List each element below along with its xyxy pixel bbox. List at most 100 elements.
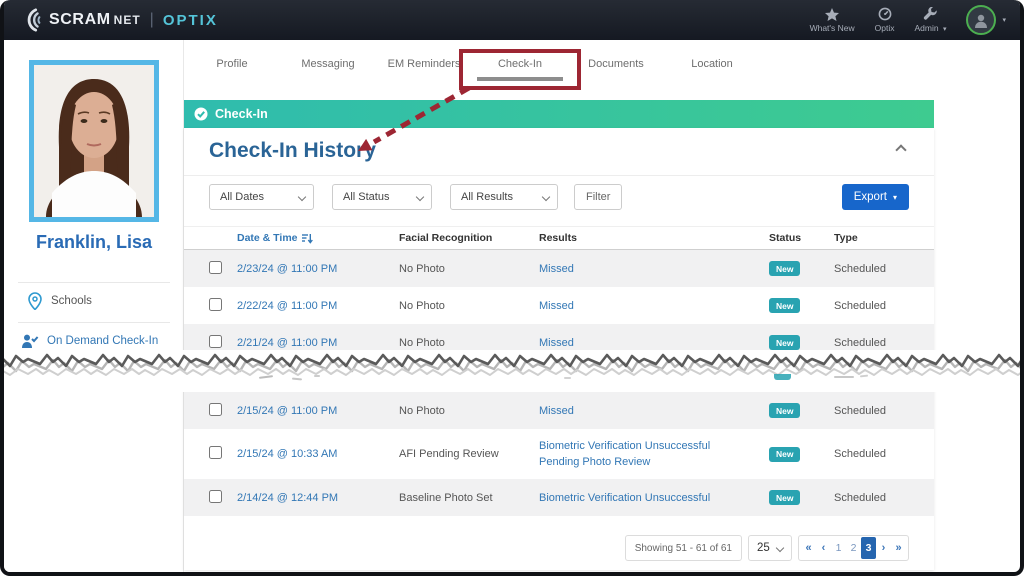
row-type: Scheduled xyxy=(834,337,909,349)
export-label: Export xyxy=(854,191,887,203)
row-facial: No Photo xyxy=(399,337,539,349)
row-date-link[interactable]: 2/14/24 @ 12:44 PM xyxy=(237,492,399,504)
nav-whats-new-label: What's New xyxy=(810,23,855,33)
tab-em-reminders[interactable]: EM Reminders xyxy=(376,40,472,88)
divider xyxy=(18,322,170,323)
status-badge: New xyxy=(769,490,800,505)
brand-optix-text: OPTIX xyxy=(163,12,218,29)
row-result-link[interactable]: Biometric Verification Unsuccessful xyxy=(539,490,769,506)
row-type: Scheduled xyxy=(834,300,909,312)
row-date-link[interactable]: 2/15/24 @ 11:00 PM xyxy=(237,405,399,417)
checkin-banner: Check-In xyxy=(184,100,934,128)
torn-status-badge-remnant xyxy=(774,374,791,380)
page-1-button[interactable]: 1 xyxy=(831,537,846,559)
page-size-select[interactable]: 25 xyxy=(748,535,792,561)
next-page-button[interactable]: › xyxy=(876,537,891,559)
person-icon xyxy=(972,12,990,29)
row-date-link[interactable]: 2/23/24 @ 11:00 PM xyxy=(237,263,399,275)
brand-net-text: NET xyxy=(114,13,141,27)
dates-filter-select[interactable]: All Dates xyxy=(209,184,314,210)
tab-documents[interactable]: Documents xyxy=(568,40,664,88)
status-badge: New xyxy=(769,298,800,313)
status-filter-value: All Status xyxy=(343,191,389,203)
row-date-link[interactable]: 2/21/24 @ 11:00 PM xyxy=(237,337,399,349)
nav-admin-label: Admin ▾ xyxy=(915,23,947,33)
row-checkbox[interactable] xyxy=(209,335,222,348)
row-result-link[interactable]: Missed xyxy=(539,335,769,351)
results-filter-value: All Results xyxy=(461,191,513,203)
card-header: Check-In History xyxy=(184,128,934,176)
schools-label: Schools xyxy=(51,295,92,307)
page-3-button[interactable]: 3 xyxy=(861,537,876,559)
caret-down-icon: ▾ xyxy=(893,193,897,202)
divider xyxy=(18,282,170,283)
nav-whats-new[interactable]: What's New xyxy=(810,8,855,33)
filter-button[interactable]: Filter xyxy=(574,184,622,210)
status-filter-select[interactable]: All Status xyxy=(332,184,432,210)
table-row: 2/23/24 @ 11:00 PM No Photo Missed New S… xyxy=(184,250,934,287)
table-row: 2/14/24 @ 12:44 PM Baseline Photo Set Bi… xyxy=(184,479,934,516)
tab-check-in[interactable]: Check-In xyxy=(472,40,568,88)
column-status: Status xyxy=(769,232,834,244)
row-result-link[interactable]: Biometric Verification Unsuccessful xyxy=(539,438,769,454)
row-checkbox[interactable] xyxy=(209,446,222,459)
row-result-link[interactable]: Missed xyxy=(539,403,769,419)
export-button[interactable]: Export ▾ xyxy=(842,184,909,210)
chevron-up-icon xyxy=(895,144,906,155)
brand-scram-text: SCRAM xyxy=(49,11,111,29)
page-size-value: 25 xyxy=(757,542,770,554)
column-facial-recognition: Facial Recognition xyxy=(399,232,539,244)
filter-bar: All Dates All Status All Results Filter xyxy=(209,184,622,210)
first-page-button[interactable]: « xyxy=(801,537,816,559)
row-facial: No Photo xyxy=(399,263,539,275)
tab-location[interactable]: Location xyxy=(664,40,760,88)
table-row: 2/15/24 @ 10:33 AM AFI Pending Review Bi… xyxy=(184,429,934,479)
row-checkbox[interactable] xyxy=(209,490,222,503)
page-2-button[interactable]: 2 xyxy=(846,537,861,559)
app-window: SCRAM NET | OPTIX What's New Optix xyxy=(0,0,1024,576)
row-date-link[interactable]: 2/15/24 @ 10:33 AM xyxy=(237,448,399,460)
last-page-button[interactable]: » xyxy=(891,537,906,559)
row-facial: No Photo xyxy=(399,300,539,312)
column-results: Results xyxy=(539,232,769,244)
row-result-link[interactable]: Pending Photo Review xyxy=(539,454,769,470)
user-avatar-button[interactable]: ▾ xyxy=(966,5,1006,35)
nav-admin[interactable]: Admin ▾ xyxy=(915,7,947,33)
pager: « ‹ 1 2 3 › » xyxy=(798,535,909,561)
row-type: Scheduled xyxy=(834,405,909,417)
row-checkbox[interactable] xyxy=(209,403,222,416)
column-date-time[interactable]: Date & Time xyxy=(237,232,399,244)
nav-optix-label: Optix xyxy=(875,23,895,33)
status-badge: New xyxy=(769,261,800,276)
tab-messaging[interactable]: Messaging xyxy=(280,40,376,88)
results-filter-select[interactable]: All Results xyxy=(450,184,558,210)
row-type: Scheduled xyxy=(834,448,909,460)
tab-profile[interactable]: Profile xyxy=(184,40,280,88)
brand-swirl-icon xyxy=(20,8,44,32)
profile-photo[interactable] xyxy=(29,60,159,222)
nav-optix[interactable]: Optix xyxy=(875,7,895,33)
row-result-link[interactable]: Missed xyxy=(539,298,769,314)
app-content: SCRAM NET | OPTIX What's New Optix xyxy=(4,0,1020,572)
profile-tabbar: Profile Messaging EM Reminders Check-In … xyxy=(184,40,760,88)
sidebar-on-demand-checkin[interactable]: On Demand Check-In xyxy=(22,334,158,348)
row-date-link[interactable]: 2/22/24 @ 11:00 PM xyxy=(237,300,399,312)
column-type: Type xyxy=(834,232,909,244)
row-checkbox[interactable] xyxy=(209,261,222,274)
avatar xyxy=(966,5,996,35)
navbar-right-menu: What's New Optix Admin ▾ xyxy=(810,0,1006,40)
on-demand-checkin-label: On Demand Check-In xyxy=(47,335,158,347)
torn-row-remnant xyxy=(564,377,571,379)
prev-page-button[interactable]: ‹ xyxy=(816,537,831,559)
map-pin-outline-icon xyxy=(28,292,42,310)
row-checkbox[interactable] xyxy=(209,298,222,311)
collapse-button[interactable] xyxy=(897,146,909,156)
page-title: Check-In History xyxy=(209,139,376,163)
torn-paper-effect xyxy=(4,350,1020,392)
brand-logo[interactable]: SCRAM NET | OPTIX xyxy=(20,8,218,32)
chevron-down-icon xyxy=(542,193,550,201)
wrench-icon xyxy=(923,7,937,21)
check-circle-icon xyxy=(194,107,208,121)
checkin-history-card: Check-In History All Dates All Status Al… xyxy=(184,128,934,570)
row-result-link[interactable]: Missed xyxy=(539,261,769,277)
